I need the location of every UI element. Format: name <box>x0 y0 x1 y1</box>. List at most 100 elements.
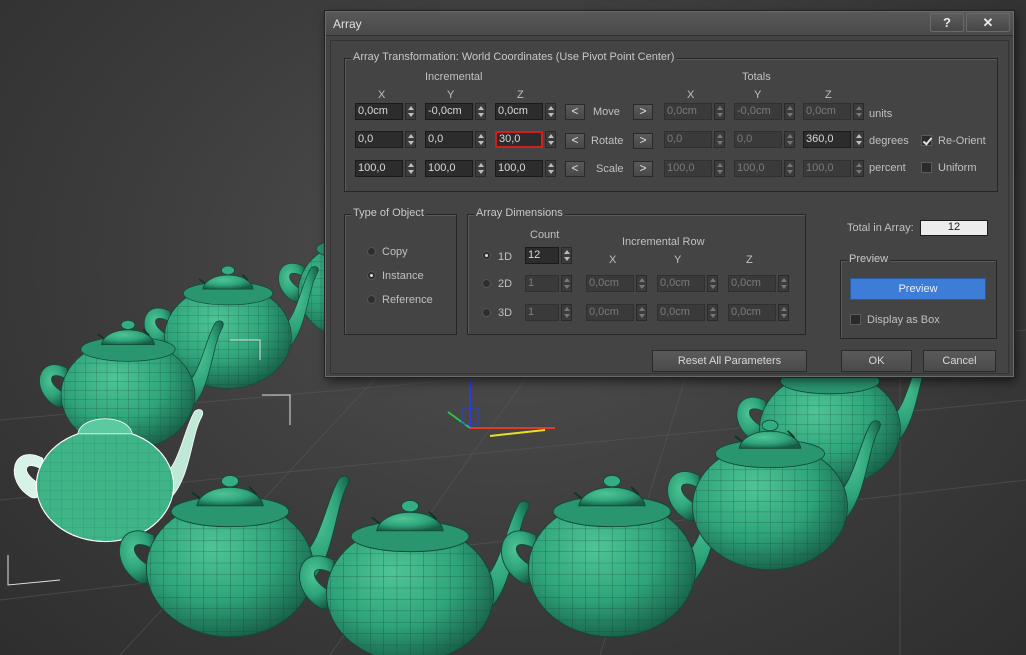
scale-total-y-spinner[interactable]: 100,0 <box>734 160 796 177</box>
row-3d-y-spinner[interactable]: 0,0cm <box>657 304 719 321</box>
spinner-arrows-icon[interactable] <box>784 160 795 177</box>
count-3d-spinner[interactable]: 1 <box>525 304 573 321</box>
spinner-arrows-icon[interactable] <box>784 131 795 148</box>
spinner-arrows-icon[interactable] <box>475 103 486 120</box>
rotate-total-x-value[interactable]: 0,0 <box>664 131 712 148</box>
rotate-incremental-y-value[interactable]: 0,0 <box>425 131 473 148</box>
spinner-arrows-icon[interactable] <box>475 131 486 148</box>
spinner-arrows-icon[interactable] <box>561 304 572 321</box>
reference-radio[interactable] <box>367 295 376 304</box>
row-3d-x-value[interactable]: 0,0cm <box>586 304 634 321</box>
scale-total-z-spinner[interactable]: 100,0 <box>803 160 865 177</box>
move-right-arrow-button[interactable]: > <box>633 104 653 120</box>
scale-incremental-x-value[interactable]: 100,0 <box>355 160 403 177</box>
spinner-arrows-icon[interactable] <box>707 275 718 292</box>
rotate-total-y-value[interactable]: 0,0 <box>734 131 782 148</box>
rotate-right-arrow-button[interactable]: > <box>633 133 653 149</box>
dimension-1d-radio[interactable] <box>482 251 491 260</box>
row-2d-z-value[interactable]: 0,0cm <box>728 275 776 292</box>
row-2d-z-spinner[interactable]: 0,0cm <box>728 275 790 292</box>
cancel-button[interactable]: Cancel <box>923 350 996 372</box>
spinner-arrows-icon[interactable] <box>853 131 864 148</box>
spinner-arrows-icon[interactable] <box>707 304 718 321</box>
rotate-incremental-y-spinner[interactable]: 0,0 <box>425 131 487 148</box>
row-2d-y-spinner[interactable]: 0,0cm <box>657 275 719 292</box>
move-total-x-spinner[interactable]: 0,0cm <box>664 103 726 120</box>
scale-right-arrow-button[interactable]: > <box>633 161 653 177</box>
count-3d-value[interactable]: 1 <box>525 304 559 321</box>
count-2d-value[interactable]: 1 <box>525 275 559 292</box>
dimension-3d-radio[interactable] <box>482 308 491 317</box>
row-3d-x-spinner[interactable]: 0,0cm <box>586 304 648 321</box>
move-incremental-y-spinner[interactable]: -0,0cm <box>425 103 487 120</box>
rotate-incremental-z-spinner[interactable]: 30,0 <box>495 131 557 148</box>
reorient-checkbox[interactable] <box>921 135 932 146</box>
move-incremental-y-value[interactable]: -0,0cm <box>425 103 473 120</box>
spinner-arrows-icon[interactable] <box>405 131 416 148</box>
move-total-z-value[interactable]: 0,0cm <box>803 103 851 120</box>
row-3d-y-value[interactable]: 0,0cm <box>657 304 705 321</box>
spinner-arrows-icon[interactable] <box>853 103 864 120</box>
move-left-arrow-button[interactable]: < <box>565 104 585 120</box>
count-2d-spinner[interactable]: 1 <box>525 275 573 292</box>
scale-total-x-spinner[interactable]: 100,0 <box>664 160 726 177</box>
ok-button[interactable]: OK <box>841 350 912 372</box>
help-button[interactable]: ? <box>930 13 964 32</box>
dialog-titlebar[interactable]: Array ? ✕ <box>326 12 1013 36</box>
display-as-box-checkbox[interactable] <box>850 314 861 325</box>
rotate-total-y-spinner[interactable]: 0,0 <box>734 131 796 148</box>
row-2d-y-value[interactable]: 0,0cm <box>657 275 705 292</box>
spinner-arrows-icon[interactable] <box>545 160 556 177</box>
rotate-incremental-z-value[interactable]: 30,0 <box>495 131 543 148</box>
scale-total-x-value[interactable]: 100,0 <box>664 160 712 177</box>
spinner-arrows-icon[interactable] <box>853 160 864 177</box>
spinner-arrows-icon[interactable] <box>405 103 416 120</box>
move-incremental-z-value[interactable]: 0,0cm <box>495 103 543 120</box>
scale-incremental-z-spinner[interactable]: 100,0 <box>495 160 557 177</box>
spinner-arrows-icon[interactable] <box>545 131 556 148</box>
scale-total-y-value[interactable]: 100,0 <box>734 160 782 177</box>
preview-button[interactable]: Preview <box>850 278 986 300</box>
row-3d-z-value[interactable]: 0,0cm <box>728 304 776 321</box>
scale-left-arrow-button[interactable]: < <box>565 161 585 177</box>
row-3d-z-spinner[interactable]: 0,0cm <box>728 304 790 321</box>
spinner-arrows-icon[interactable] <box>714 103 725 120</box>
scale-incremental-y-value[interactable]: 100,0 <box>425 160 473 177</box>
move-incremental-z-spinner[interactable]: 0,0cm <box>495 103 557 120</box>
spinner-arrows-icon[interactable] <box>636 275 647 292</box>
move-total-y-spinner[interactable]: -0,0cm <box>734 103 796 120</box>
move-total-y-value[interactable]: -0,0cm <box>734 103 782 120</box>
scale-total-z-value[interactable]: 100,0 <box>803 160 851 177</box>
move-total-x-value[interactable]: 0,0cm <box>664 103 712 120</box>
rotate-total-z-spinner[interactable]: 360,0 <box>803 131 865 148</box>
row-2d-x-spinner[interactable]: 0,0cm <box>586 275 648 292</box>
spinner-arrows-icon[interactable] <box>475 160 486 177</box>
uniform-checkbox[interactable] <box>921 162 932 173</box>
rotate-incremental-x-spinner[interactable]: 0,0 <box>355 131 417 148</box>
move-incremental-x-value[interactable]: 0,0cm <box>355 103 403 120</box>
spinner-arrows-icon[interactable] <box>545 103 556 120</box>
rotate-incremental-x-value[interactable]: 0,0 <box>355 131 403 148</box>
scale-incremental-z-value[interactable]: 100,0 <box>495 160 543 177</box>
rotate-total-x-spinner[interactable]: 0,0 <box>664 131 726 148</box>
spinner-arrows-icon[interactable] <box>405 160 416 177</box>
move-total-z-spinner[interactable]: 0,0cm <box>803 103 865 120</box>
instance-radio[interactable] <box>367 271 376 280</box>
spinner-arrows-icon[interactable] <box>778 275 789 292</box>
spinner-arrows-icon[interactable] <box>714 160 725 177</box>
scale-incremental-x-spinner[interactable]: 100,0 <box>355 160 417 177</box>
rotate-total-z-value[interactable]: 360,0 <box>803 131 851 148</box>
rotate-left-arrow-button[interactable]: < <box>565 133 585 149</box>
spinner-arrows-icon[interactable] <box>636 304 647 321</box>
count-1d-spinner[interactable]: 12 <box>525 247 573 264</box>
spinner-arrows-icon[interactable] <box>714 131 725 148</box>
dimension-2d-radio[interactable] <box>482 279 491 288</box>
spinner-arrows-icon[interactable] <box>778 304 789 321</box>
spinner-arrows-icon[interactable] <box>561 275 572 292</box>
move-incremental-x-spinner[interactable]: 0,0cm <box>355 103 417 120</box>
copy-radio[interactable] <box>367 247 376 256</box>
row-2d-x-value[interactable]: 0,0cm <box>586 275 634 292</box>
spinner-arrows-icon[interactable] <box>561 247 572 264</box>
reset-all-parameters-button[interactable]: Reset All Parameters <box>652 350 807 372</box>
count-1d-value[interactable]: 12 <box>525 247 559 264</box>
